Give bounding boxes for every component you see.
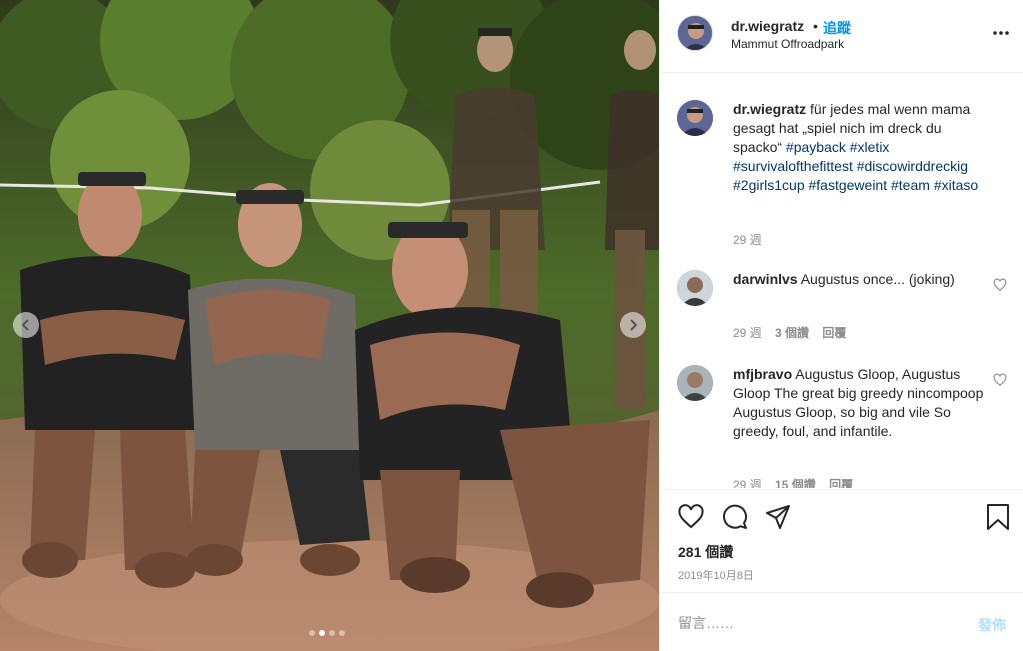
- comment-text: darwinlvs Augustus once... (joking): [733, 270, 989, 289]
- post-like-count[interactable]: 281 個讚: [678, 542, 733, 562]
- comment-time[interactable]: 29 週: [733, 478, 762, 488]
- comment-meta: 29 週 15 個讚 回覆: [733, 476, 863, 488]
- instagram-post: dr.wiegratz • 追蹤 Mammut Offroadpark dr.w…: [0, 0, 1023, 651]
- chevron-right-icon: [630, 319, 638, 331]
- comment-time[interactable]: 29 週: [733, 326, 762, 340]
- mud-run-photo: [0, 0, 659, 651]
- comment-like-heart-icon[interactable]: [993, 278, 1007, 292]
- comment-composer: 發佈: [660, 592, 1023, 651]
- avatar[interactable]: [677, 270, 713, 306]
- hashtag[interactable]: #team: [891, 177, 930, 193]
- post-date[interactable]: 2019年10月8日: [678, 567, 754, 583]
- header-separator: •: [813, 18, 818, 34]
- hashtag[interactable]: #xletix: [850, 139, 890, 155]
- share-icon[interactable]: [764, 503, 792, 531]
- comment-item: darwinlvs Augustus once... (joking) 29 週…: [677, 270, 1007, 340]
- comment-username[interactable]: darwinlvs: [733, 271, 798, 287]
- carousel-next-button[interactable]: [620, 312, 646, 338]
- comment-input[interactable]: [678, 613, 958, 633]
- comments-list[interactable]: dr.wiegratz für jedes mal wenn mama gesa…: [660, 74, 1023, 488]
- carousel-dots: [309, 630, 345, 636]
- hashtag[interactable]: #2girls1cup: [733, 177, 805, 193]
- avatar-image: [677, 365, 713, 401]
- action-bar: 281 個讚 2019年10月8日: [660, 489, 1023, 592]
- comment-reply-button[interactable]: 回覆: [829, 478, 853, 488]
- post-comment-button[interactable]: 發佈: [978, 615, 1006, 635]
- comment-item: mfjbravo Augustus Gloop, Augustus Gloop …: [677, 365, 1007, 488]
- heart-icon[interactable]: [677, 503, 705, 531]
- hashtag[interactable]: #xitaso: [934, 177, 978, 193]
- more-dots-icon[interactable]: [992, 24, 1010, 42]
- comment-like-heart-icon[interactable]: [993, 373, 1007, 387]
- bookmark-icon[interactable]: [984, 503, 1012, 531]
- carousel-dot: [339, 630, 345, 636]
- avatar[interactable]: [677, 100, 713, 136]
- carousel-dot: [329, 630, 335, 636]
- header-location[interactable]: Mammut Offroadpark: [731, 37, 844, 51]
- hashtag[interactable]: #fastgeweint: [809, 177, 888, 193]
- avatar-image: [677, 100, 713, 136]
- post-photo[interactable]: [0, 0, 659, 651]
- avatar[interactable]: [677, 365, 713, 401]
- carousel-dot-active: [319, 630, 325, 636]
- carousel-dot: [309, 630, 315, 636]
- post-side-panel: dr.wiegratz • 追蹤 Mammut Offroadpark dr.w…: [659, 0, 1023, 651]
- comment-body: Augustus once... (joking): [800, 271, 955, 287]
- comment-text: mfjbravo Augustus Gloop, Augustus Gloop …: [733, 365, 989, 441]
- avatar[interactable]: [677, 15, 713, 51]
- comment-reply-button[interactable]: 回覆: [822, 326, 846, 340]
- avatar-image: [678, 16, 712, 50]
- comment-icon[interactable]: [721, 503, 749, 531]
- caption-entry: dr.wiegratz für jedes mal wenn mama gesa…: [677, 100, 1007, 250]
- caption-time[interactable]: 29 週: [733, 233, 762, 247]
- avatar-image: [677, 270, 713, 306]
- caption-text: dr.wiegratz für jedes mal wenn mama gesa…: [733, 100, 989, 195]
- comment-likes[interactable]: 3 個讚: [775, 326, 809, 340]
- hashtag[interactable]: #discowirddreckig: [857, 158, 968, 174]
- carousel-prev-button[interactable]: [13, 312, 39, 338]
- comment-meta: 29 週 3 個讚 回覆: [733, 324, 856, 341]
- post-header: dr.wiegratz • 追蹤 Mammut Offroadpark: [660, 0, 1023, 73]
- header-username[interactable]: dr.wiegratz: [731, 18, 804, 34]
- hashtag[interactable]: #payback: [786, 139, 846, 155]
- hashtag[interactable]: #survivalofthefittest: [733, 158, 853, 174]
- comment-likes[interactable]: 15 個讚: [775, 478, 816, 488]
- caption-username[interactable]: dr.wiegratz: [733, 101, 806, 117]
- caption-meta: 29 週: [733, 231, 772, 248]
- follow-button[interactable]: 追蹤: [823, 18, 851, 38]
- comment-username[interactable]: mfjbravo: [733, 366, 792, 382]
- chevron-left-icon: [21, 319, 29, 331]
